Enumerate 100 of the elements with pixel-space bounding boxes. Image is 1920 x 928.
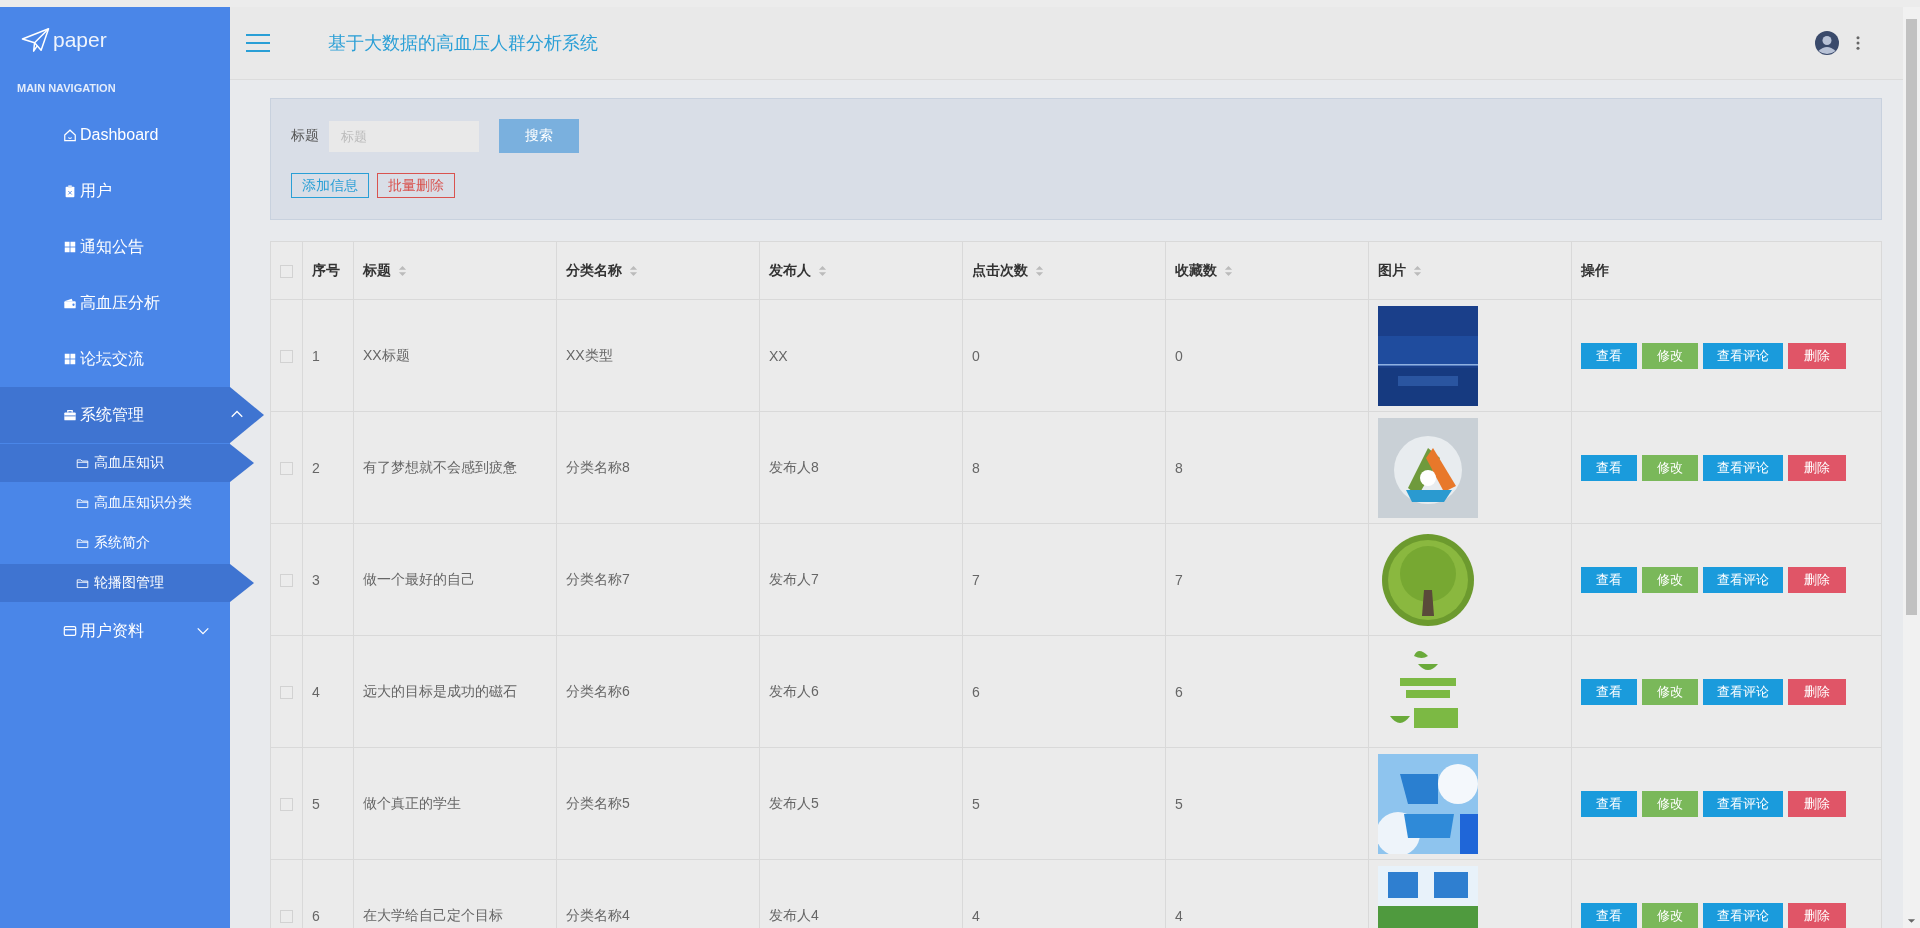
edit-button[interactable]: 修改 xyxy=(1642,342,1698,369)
edit-button[interactable]: 修改 xyxy=(1642,678,1698,705)
column-header: 操作 xyxy=(1581,261,1609,280)
comments-button[interactable]: 查看评论 xyxy=(1703,678,1783,705)
comments-button[interactable]: 查看评论 xyxy=(1703,342,1783,369)
table-cell: 7 xyxy=(1175,571,1183,588)
logo-text: paper xyxy=(53,28,107,52)
table-cell: 2 xyxy=(312,459,320,476)
sort-icon[interactable] xyxy=(1035,264,1044,277)
table-cell: 5 xyxy=(972,795,980,812)
sidebar-item[interactable]: 系统管理 xyxy=(0,387,264,443)
column-header: 图片 xyxy=(1378,261,1406,280)
delete-button[interactable]: 删除 xyxy=(1788,454,1846,481)
sidebar-item[interactable]: 用户 xyxy=(0,163,230,219)
table-cell: 做一个最好的自己 xyxy=(363,570,475,587)
sidebar-item[interactable]: 论坛交流 xyxy=(0,331,230,387)
view-button[interactable]: 查看 xyxy=(1581,566,1637,593)
checkbox[interactable] xyxy=(280,574,293,588)
table-cell: 发布人8 xyxy=(769,458,819,475)
grid-icon xyxy=(63,240,77,254)
sort-icon[interactable] xyxy=(629,264,638,277)
table-cell: 0 xyxy=(972,347,980,364)
sidebar-item[interactable]: 通知公告 xyxy=(0,219,230,275)
table-cell: 发布人7 xyxy=(769,570,819,587)
table-cell: 发布人5 xyxy=(769,794,819,811)
section-title: MAIN NAVIGATION xyxy=(16,81,117,96)
avatar-icon[interactable] xyxy=(1815,31,1839,55)
comments-button[interactable]: 查看评论 xyxy=(1703,902,1783,928)
comments-button[interactable]: 查看评论 xyxy=(1703,454,1783,481)
sort-icon[interactable] xyxy=(818,264,827,277)
sidebar-item[interactable]: 用户资料 xyxy=(0,603,230,659)
checkbox[interactable] xyxy=(280,265,293,279)
batch-delete-button[interactable]: 批量删除 xyxy=(377,173,455,198)
search-button[interactable]: 搜索 xyxy=(499,119,579,153)
table-cell: 6 xyxy=(312,907,320,924)
table-cell: 有了梦想就不会感到疲惫 xyxy=(363,458,517,475)
folder-icon xyxy=(76,496,89,510)
field-label: 标题 xyxy=(291,127,319,145)
menu-icon[interactable] xyxy=(246,33,270,53)
table-cell: 3 xyxy=(312,571,320,588)
checkbox[interactable] xyxy=(280,350,293,364)
sort-icon[interactable] xyxy=(1413,264,1422,277)
column-header: 点击次数 xyxy=(972,261,1028,280)
sidebar-item[interactable]: 高血压分析 xyxy=(0,275,230,331)
delete-button[interactable]: 删除 xyxy=(1788,902,1846,928)
table-cell: 4 xyxy=(312,683,320,700)
column-header: 发布人 xyxy=(769,261,811,280)
folder-icon xyxy=(76,536,89,550)
edit-button[interactable]: 修改 xyxy=(1642,454,1698,481)
table-cell: 做个真正的学生 xyxy=(363,794,461,811)
sidebar-subitem[interactable]: 系统简介 xyxy=(0,523,230,563)
sort-icon[interactable] xyxy=(398,264,407,277)
table-cell: 6 xyxy=(972,683,980,700)
edit-button[interactable]: 修改 xyxy=(1642,790,1698,817)
view-button[interactable]: 查看 xyxy=(1581,902,1637,928)
table-cell: 分类名称5 xyxy=(566,794,630,811)
table-cell: 分类名称7 xyxy=(566,570,630,587)
sort-icon[interactable] xyxy=(1224,264,1233,277)
delete-button[interactable]: 删除 xyxy=(1788,566,1846,593)
table-cell: 8 xyxy=(1175,459,1183,476)
table-cell: 发布人4 xyxy=(769,906,819,923)
checkbox[interactable] xyxy=(280,686,293,700)
column-header: 收藏数 xyxy=(1175,261,1217,280)
delete-button[interactable]: 删除 xyxy=(1788,678,1846,705)
scrollbar[interactable] xyxy=(1903,7,1920,928)
view-button[interactable]: 查看 xyxy=(1581,454,1637,481)
checkbox[interactable] xyxy=(280,798,293,812)
delete-button[interactable]: 删除 xyxy=(1788,790,1846,817)
app-title: 基于大数据的高血压人群分析系统 xyxy=(328,32,598,55)
comments-button[interactable]: 查看评论 xyxy=(1703,790,1783,817)
table-cell: 6 xyxy=(1175,683,1183,700)
table-cell: 5 xyxy=(1175,795,1183,812)
checkbox[interactable] xyxy=(280,910,293,924)
grid-icon xyxy=(63,352,77,366)
sidebar-subitem[interactable]: 高血压知识分类 xyxy=(0,483,230,523)
comments-button[interactable]: 查看评论 xyxy=(1703,566,1783,593)
sidebar-item[interactable]: Dashboard xyxy=(0,107,230,163)
column-header: 标题 xyxy=(363,261,391,280)
folder-icon xyxy=(76,456,89,470)
table-cell: 4 xyxy=(1175,907,1183,924)
sidebar-subitem[interactable]: 轮播图管理 xyxy=(0,564,254,602)
delete-button[interactable]: 删除 xyxy=(1788,342,1846,369)
view-button[interactable]: 查看 xyxy=(1581,790,1637,817)
checkbox[interactable] xyxy=(280,462,293,476)
card-icon xyxy=(63,624,77,638)
briefcase-icon xyxy=(63,408,77,422)
table-cell: XX xyxy=(769,347,788,364)
wallet-icon xyxy=(63,296,77,310)
folder-icon xyxy=(76,576,89,590)
table-cell: 1 xyxy=(312,347,320,364)
column-header: 分类名称 xyxy=(566,261,622,280)
more-icon[interactable] xyxy=(1855,35,1861,51)
edit-button[interactable]: 修改 xyxy=(1642,566,1698,593)
scroll-down-icon[interactable] xyxy=(1907,918,1916,924)
sidebar-subitem[interactable]: 高血压知识 xyxy=(0,444,254,482)
add-button[interactable]: 添加信息 xyxy=(291,173,369,198)
edit-button[interactable]: 修改 xyxy=(1642,902,1698,928)
table-cell: 分类名称6 xyxy=(566,682,630,699)
view-button[interactable]: 查看 xyxy=(1581,342,1637,369)
view-button[interactable]: 查看 xyxy=(1581,678,1637,705)
